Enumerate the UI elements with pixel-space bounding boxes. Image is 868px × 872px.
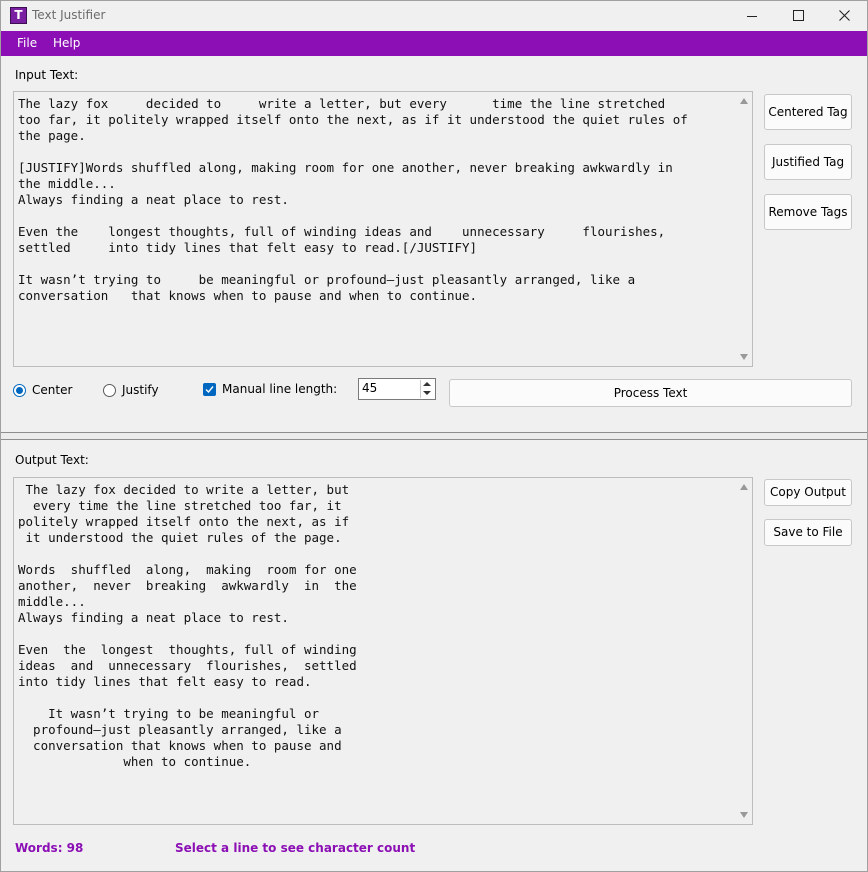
scroll-up-arrow-icon[interactable] (740, 484, 748, 490)
checkmark-icon (205, 386, 214, 394)
window-title: Text Justifier (32, 8, 106, 22)
input-textarea[interactable]: The lazy fox decided to write a letter, … (13, 91, 753, 367)
justify-radio-label[interactable]: Justify (122, 383, 159, 397)
app-logo-icon: T (10, 7, 27, 24)
input-scrollbar[interactable] (736, 92, 752, 366)
output-text-label: Output Text: (15, 453, 89, 467)
maximize-button[interactable] (775, 1, 821, 31)
save-to-file-button[interactable]: Save to File (764, 519, 852, 546)
spin-up-icon[interactable] (420, 380, 434, 389)
title-bar: T Text Justifier (1, 1, 867, 31)
input-text-content: The lazy fox decided to write a letter, … (18, 96, 688, 303)
word-count-status: Words: 98 (15, 841, 84, 855)
manual-length-label[interactable]: Manual line length: (222, 382, 337, 396)
copy-output-button[interactable]: Copy Output (764, 479, 852, 506)
line-hint-status: Select a line to see character count (175, 841, 416, 855)
input-text-label: Input Text: (15, 68, 79, 82)
justified-tag-button[interactable]: Justified Tag (764, 144, 852, 180)
center-radio-label[interactable]: Center (32, 383, 72, 397)
justify-radio[interactable] (103, 384, 116, 397)
remove-tags-button[interactable]: Remove Tags (764, 194, 852, 230)
spin-down-icon[interactable] (420, 389, 434, 398)
line-length-spinbox[interactable]: 45 (358, 378, 436, 400)
menu-help[interactable]: Help (53, 36, 80, 50)
close-icon (839, 10, 850, 21)
line-length-value[interactable]: 45 (362, 381, 377, 395)
center-radio[interactable] (13, 384, 26, 397)
minimize-button[interactable] (729, 1, 775, 31)
close-button[interactable] (821, 1, 867, 31)
menu-bar: File Help (1, 31, 867, 56)
pane-splitter[interactable] (1, 432, 867, 440)
scroll-down-arrow-icon[interactable] (740, 354, 748, 360)
menu-file[interactable]: File (17, 36, 37, 50)
process-text-button[interactable]: Process Text (449, 379, 852, 407)
scroll-down-arrow-icon[interactable] (740, 812, 748, 818)
app-window: T Text Justifier File Help Input Text: T… (0, 0, 868, 872)
output-scrollbar[interactable] (736, 478, 752, 824)
centered-tag-button[interactable]: Centered Tag (764, 94, 852, 130)
manual-length-checkbox[interactable] (203, 383, 216, 396)
output-textarea[interactable]: The lazy fox decided to write a letter, … (13, 477, 753, 825)
output-text-content: The lazy fox decided to write a letter, … (18, 482, 357, 769)
scroll-up-arrow-icon[interactable] (740, 98, 748, 104)
